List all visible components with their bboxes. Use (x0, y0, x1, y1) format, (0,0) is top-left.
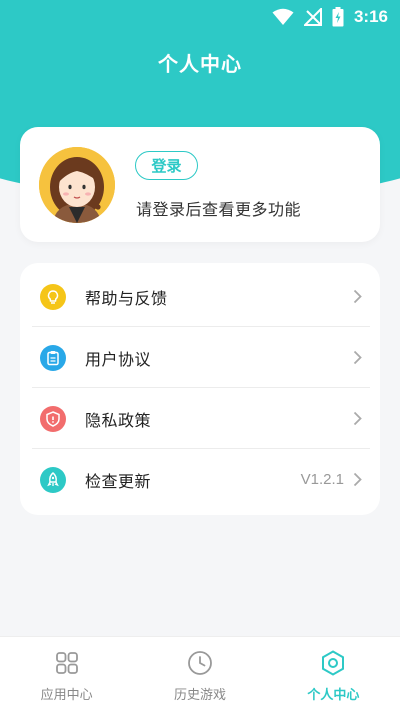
rocket-icon (40, 466, 66, 493)
menu-item-privacy-policy[interactable]: 隐私政策 (20, 388, 380, 449)
lightbulb-icon (40, 283, 66, 310)
bottom-tab-bar: 应用中心 历史游戏 个人中心 (0, 636, 400, 711)
clock-icon (186, 649, 214, 677)
menu-item-check-update[interactable]: 检查更新 V1.2.1 (20, 449, 380, 510)
screen: 3:16 个人中心 登录 请登录后查看更多功能 帮助与反馈 用户协议 隐私政策 … (0, 0, 400, 711)
tab-personal-center[interactable]: 个人中心 (267, 637, 400, 711)
tab-label: 个人中心 (307, 688, 360, 703)
battery-charging-icon (332, 7, 344, 27)
tab-label: 应用中心 (40, 688, 93, 703)
menu-item-label: 用户协议 (85, 349, 152, 369)
login-button[interactable]: 登录 (135, 151, 198, 180)
no-signal-icon (303, 8, 322, 26)
page-title: 个人中心 (158, 52, 242, 76)
menu-item-label: 帮助与反馈 (85, 288, 168, 308)
shield-icon (40, 405, 66, 432)
tab-label: 历史游戏 (173, 688, 226, 703)
chevron-right-icon (352, 289, 362, 305)
menu-item-label: 隐私政策 (85, 410, 152, 430)
user-card: 登录 请登录后查看更多功能 (20, 127, 380, 242)
tab-history-games[interactable]: 历史游戏 (133, 637, 266, 711)
login-hint: 请登录后查看更多功能 (136, 200, 302, 219)
document-icon (40, 344, 66, 371)
menu-item-label: 检查更新 (85, 471, 152, 491)
menu-item-help-feedback[interactable]: 帮助与反馈 (20, 266, 380, 327)
wifi-icon (272, 8, 294, 26)
status-time: 3:16 (353, 7, 388, 26)
version-label: V1.2.1 (300, 471, 344, 488)
chevron-right-icon (352, 350, 362, 366)
chevron-right-icon (352, 411, 362, 427)
menu-card: 帮助与反馈 用户协议 隐私政策 检查更新 V1.2.1 (20, 263, 380, 515)
menu-item-user-agreement[interactable]: 用户协议 (20, 327, 380, 388)
chevron-right-icon (352, 472, 362, 488)
grid-icon (53, 649, 81, 677)
hexagon-icon (319, 649, 347, 677)
avatar[interactable] (39, 147, 115, 223)
tab-app-center[interactable]: 应用中心 (0, 637, 133, 711)
status-bar: 3:16 (0, 0, 400, 34)
